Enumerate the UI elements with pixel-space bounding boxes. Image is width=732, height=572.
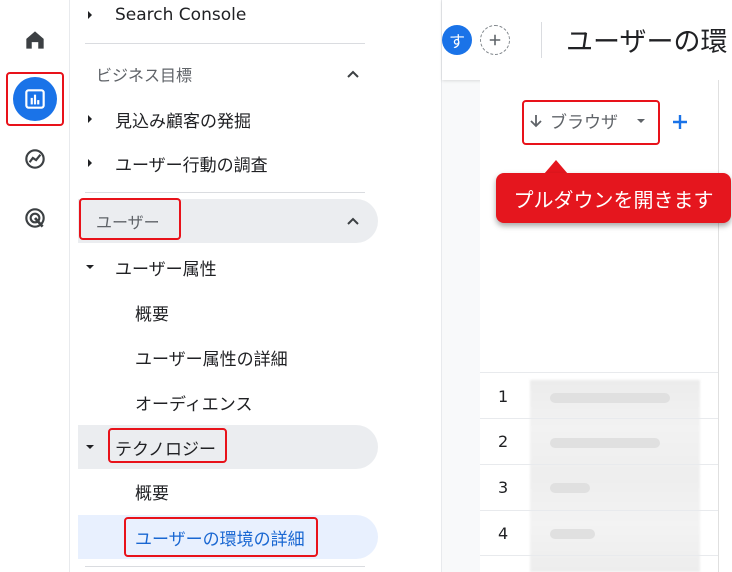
blurred-value [550,438,660,448]
row-divider [480,555,718,556]
caret-right-icon [88,115,92,123]
reports-highlight-box [6,72,64,126]
nav-item-label: オーディエンス [135,394,253,415]
section-business-goals[interactable]: ビジネス目標 [70,52,378,96]
row-number: 4 [498,524,509,543]
nav-item-audiences[interactable]: オーディエンス [70,380,378,424]
chevron-up-icon [347,70,359,78]
icon-rail [0,0,70,572]
row-number: 2 [498,432,509,451]
instruction-callout: プルダウンを開きます [496,173,731,223]
row-divider [480,464,718,465]
row-divider [480,372,718,373]
blurred-value [550,483,590,493]
header-divider [541,22,542,58]
nav-item-label: ユーザー行動の調査 [115,155,268,176]
row-number: 3 [498,478,509,497]
report-header: す ユーザーの環 [442,0,732,80]
blurred-value [550,393,670,403]
divider [85,192,365,193]
row-divider [480,418,718,419]
page-title: ユーザーの環 [566,27,728,58]
caret-down-icon [86,445,94,449]
add-comparison-button[interactable] [480,25,510,55]
user-section-highlight-box [79,198,181,240]
advertising-icon[interactable] [13,196,57,240]
nav-item-label: ユーザー属性の詳細 [135,349,288,370]
blurred-browser-values [530,380,700,572]
home-icon[interactable] [13,18,57,62]
column-divider [718,80,719,572]
dropdown-highlight-box [522,100,660,145]
divider [85,566,365,567]
nav-item-technology-overview[interactable]: 概要 [70,469,378,513]
main-content: す ユーザーの環 ブラウザ プルダウンを開きます 1 2 3 4 [441,0,732,572]
nav-item-demographics-overview[interactable]: 概要 [70,290,378,334]
explore-icon[interactable] [13,137,57,181]
caret-right-icon [88,159,92,167]
report-table: ブラウザ プルダウンを開きます 1 2 3 4 [480,80,732,572]
nav-item-label: ユーザー属性 [115,259,217,280]
nav-item-lead-generation[interactable]: 見込み顧客の発掘 [70,97,378,141]
nav-item-label: 概要 [135,304,169,325]
report-nav-panel: Search Console ビジネス目標 見込み顧客の発掘 ユーザー行動の調査… [70,0,440,572]
technology-highlight-box [108,428,227,463]
comparison-avatar[interactable]: す [442,25,472,55]
chevron-up-icon [347,217,359,225]
row-divider [480,510,718,511]
caret-right-icon [88,11,92,19]
blurred-value [550,529,595,539]
nav-item-demographics[interactable]: ユーザー属性 [70,245,378,289]
caret-down-icon [86,265,94,269]
tech-details-highlight-box [124,517,318,557]
nav-item-demographic-details[interactable]: ユーザー属性の詳細 [70,335,378,379]
row-number: 1 [498,387,509,406]
nav-item-user-behavior[interactable]: ユーザー行動の調査 [70,141,378,185]
nav-item-label: 見込み顧客の発掘 [115,111,251,132]
callout-pointer [544,160,568,174]
nav-item-search-console[interactable]: Search Console [70,0,378,37]
add-dimension-plus-icon[interactable] [670,112,690,132]
plus-icon [489,34,501,46]
section-label: ビジネス目標 [96,66,193,85]
divider [85,43,365,44]
nav-item-label: Search Console [115,5,247,25]
nav-item-label: 概要 [135,483,169,504]
